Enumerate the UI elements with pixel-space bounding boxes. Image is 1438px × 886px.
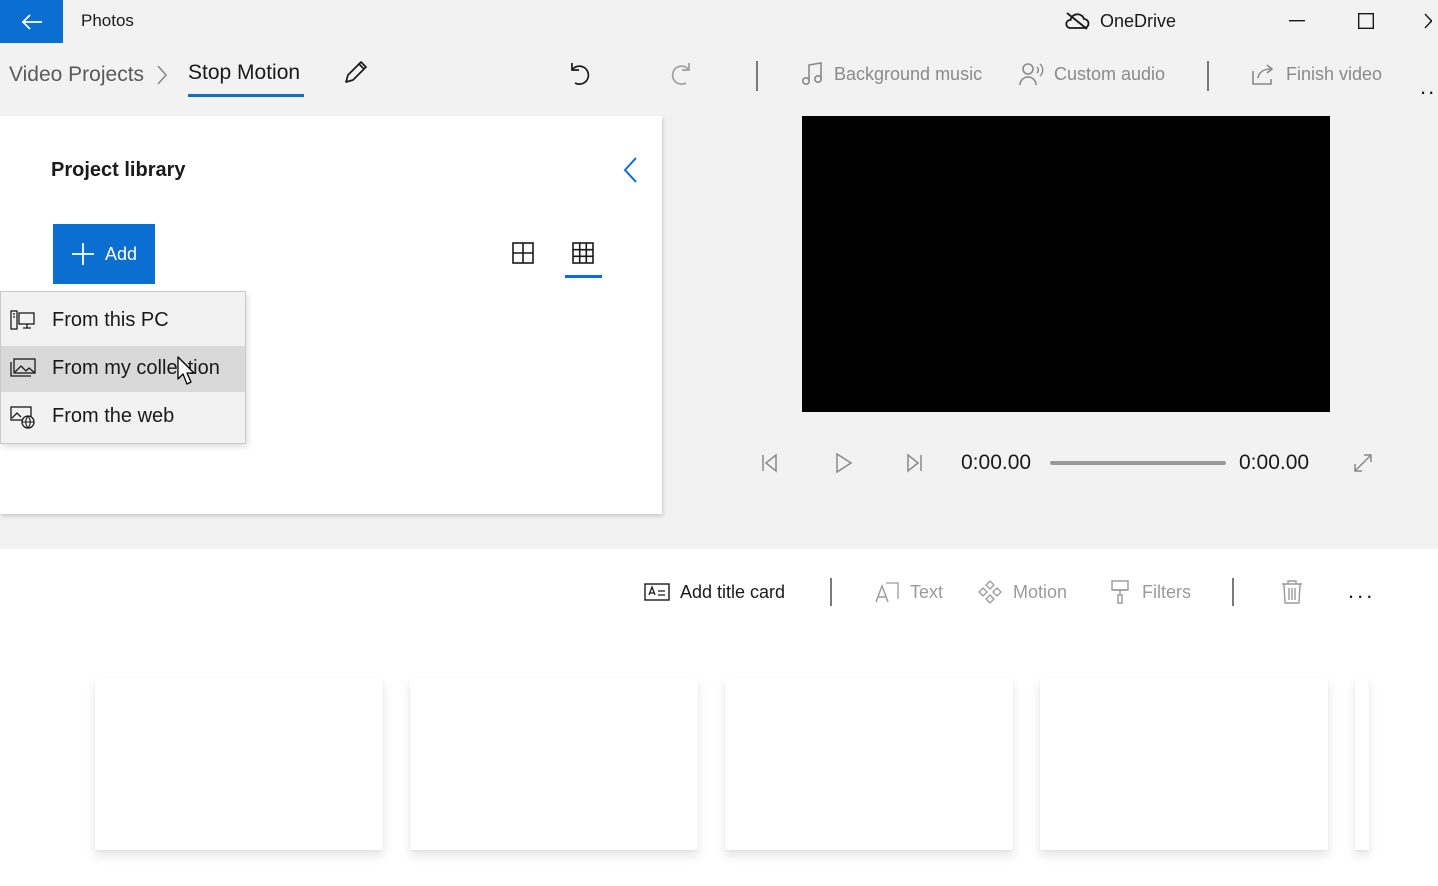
more-options-button[interactable]: ... bbox=[1420, 74, 1438, 100]
step-back-icon bbox=[758, 451, 782, 475]
menu-item-from-my-collection[interactable]: From my collection bbox=[1, 346, 245, 392]
chevron-left-icon bbox=[622, 156, 640, 184]
add-title-card-button[interactable]: Add title card bbox=[644, 578, 785, 606]
add-source-menu: From this PC From my collection From the… bbox=[0, 291, 246, 444]
previous-frame-button[interactable] bbox=[758, 451, 782, 475]
add-title-card-label: Add title card bbox=[680, 581, 786, 602]
filters-label: Filters bbox=[1142, 581, 1191, 602]
title-card-icon bbox=[644, 581, 670, 603]
finish-video-button[interactable]: Finish video bbox=[1250, 58, 1382, 90]
app-title: Photos bbox=[81, 11, 134, 30]
background-music-label: Background music bbox=[834, 63, 983, 84]
breadcrumb-current-project[interactable]: Stop Motion bbox=[188, 61, 300, 85]
play-button[interactable] bbox=[831, 451, 855, 475]
add-media-button[interactable]: Add bbox=[53, 224, 155, 284]
menu-item-from-this-pc[interactable]: From this PC bbox=[1, 298, 245, 344]
large-thumbnails-view-button[interactable] bbox=[510, 240, 536, 266]
plus-icon bbox=[71, 242, 95, 266]
breadcrumb-active-indicator bbox=[188, 94, 304, 97]
back-arrow-icon bbox=[21, 13, 43, 31]
maximize-icon bbox=[1358, 13, 1374, 29]
toolbar-divider bbox=[1207, 61, 1209, 91]
onedrive-status[interactable]: OneDrive bbox=[1064, 8, 1176, 34]
finish-video-label: Finish video bbox=[1286, 63, 1383, 84]
chevron-right-icon bbox=[156, 64, 168, 86]
undo-icon bbox=[565, 59, 593, 87]
add-label: Add bbox=[104, 243, 138, 264]
menu-item-label: From this PC bbox=[52, 309, 169, 331]
pc-icon bbox=[10, 310, 36, 332]
project-library-title: Project library bbox=[51, 159, 186, 181]
grid-large-icon bbox=[510, 240, 536, 266]
paintbrush-icon bbox=[1110, 579, 1132, 605]
small-thumbnails-view-button[interactable] bbox=[570, 240, 596, 266]
seek-bar[interactable] bbox=[1050, 461, 1226, 465]
minimize-icon bbox=[1289, 20, 1305, 22]
next-frame-button[interactable] bbox=[902, 451, 926, 475]
redo-button[interactable] bbox=[668, 59, 696, 87]
redo-icon bbox=[668, 59, 696, 87]
rename-project-button[interactable] bbox=[342, 58, 370, 86]
current-time: 0:00.00 bbox=[961, 451, 1032, 474]
trash-icon bbox=[1280, 579, 1304, 605]
cloud-offline-icon bbox=[1064, 11, 1090, 31]
custom-audio-button[interactable]: Custom audio bbox=[1018, 58, 1165, 90]
storyboard-slot[interactable] bbox=[1040, 678, 1328, 850]
storyboard-divider bbox=[830, 578, 832, 606]
custom-audio-label: Custom audio bbox=[1054, 63, 1166, 84]
play-icon bbox=[831, 451, 855, 475]
text-label: Text bbox=[910, 581, 944, 602]
video-preview[interactable] bbox=[802, 116, 1330, 412]
back-button[interactable] bbox=[0, 0, 63, 43]
motion-icon bbox=[977, 579, 1003, 605]
menu-item-label: From the web bbox=[52, 405, 175, 427]
step-forward-icon bbox=[902, 451, 926, 475]
text-icon bbox=[874, 580, 900, 604]
text-button[interactable]: Text bbox=[874, 578, 943, 606]
storyboard-slot[interactable] bbox=[410, 678, 698, 850]
storyboard-slot[interactable] bbox=[95, 678, 383, 850]
grid-small-icon bbox=[570, 240, 596, 266]
storyboard-more-button[interactable]: ... bbox=[1348, 578, 1375, 604]
close-icon bbox=[1418, 13, 1432, 29]
motion-button[interactable]: Motion bbox=[977, 578, 1067, 606]
close-button[interactable] bbox=[1418, 4, 1438, 38]
maximize-button[interactable] bbox=[1346, 4, 1386, 38]
share-icon bbox=[1250, 61, 1276, 87]
background-music-button[interactable]: Background music bbox=[800, 58, 982, 90]
motion-label: Motion bbox=[1013, 581, 1068, 602]
fullscreen-button[interactable] bbox=[1352, 452, 1374, 474]
delete-button[interactable] bbox=[1280, 578, 1304, 606]
expand-icon bbox=[1352, 452, 1374, 474]
collapse-library-button[interactable] bbox=[622, 156, 640, 184]
onedrive-label: OneDrive bbox=[1100, 10, 1177, 31]
total-time: 0:00.00 bbox=[1239, 451, 1310, 474]
mouse-cursor-icon bbox=[177, 356, 195, 386]
toolbar-divider bbox=[756, 61, 758, 91]
menu-item-from-the-web[interactable]: From the web bbox=[1, 394, 245, 440]
pencil-icon bbox=[342, 58, 370, 86]
view-active-indicator bbox=[565, 275, 602, 278]
filters-button[interactable]: Filters bbox=[1110, 578, 1191, 606]
storyboard-slot[interactable] bbox=[1355, 678, 1369, 850]
person-audio-icon bbox=[1018, 61, 1044, 87]
breadcrumb-video-projects[interactable]: Video Projects bbox=[9, 63, 144, 87]
music-note-icon bbox=[800, 61, 824, 87]
collection-icon bbox=[10, 358, 36, 380]
storyboard-divider bbox=[1232, 578, 1234, 606]
undo-button[interactable] bbox=[565, 59, 593, 87]
storyboard-slot[interactable] bbox=[725, 678, 1013, 850]
web-icon bbox=[10, 406, 36, 430]
minimize-button[interactable] bbox=[1277, 4, 1317, 38]
